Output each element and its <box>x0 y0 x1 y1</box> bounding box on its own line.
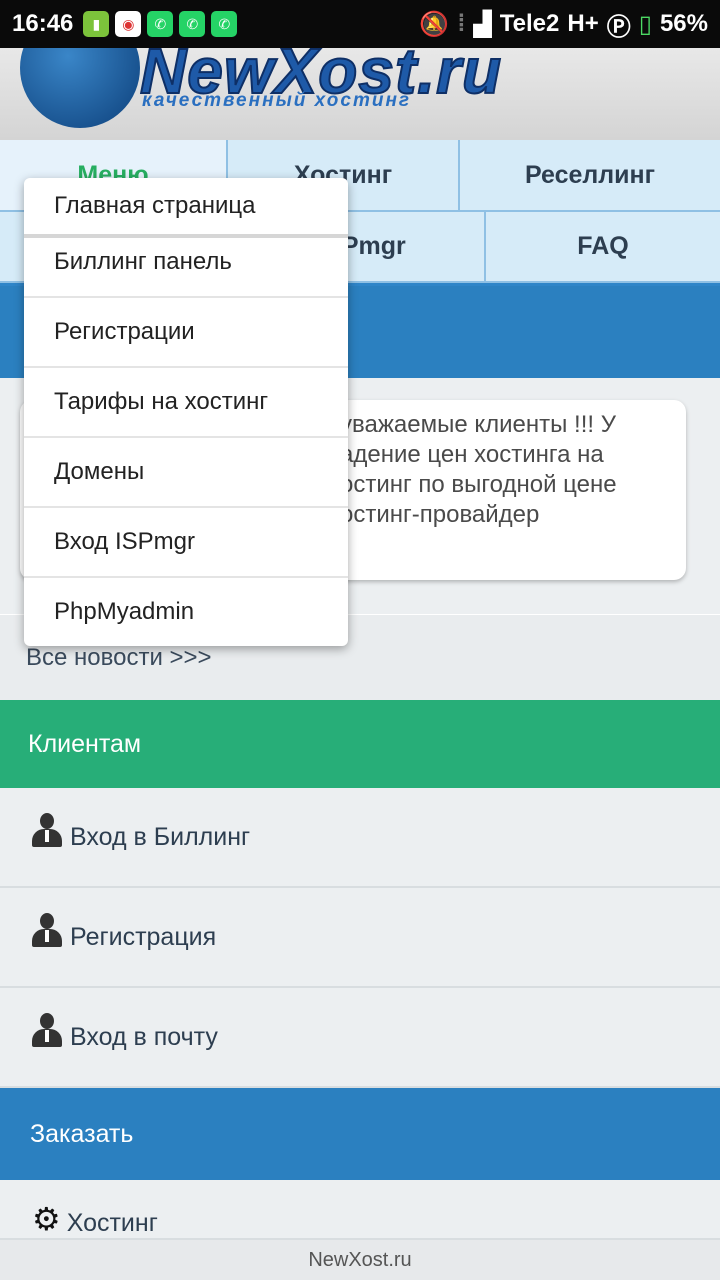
gear-icon: ⚙ <box>32 1201 61 1237</box>
list-item-label: Вход в почту <box>70 1022 218 1051</box>
signal-icon: ▟ <box>473 10 492 38</box>
news-line: остинг-провайдер <box>340 501 540 528</box>
dropdown-item-registrations[interactable]: Регистрации <box>24 298 348 368</box>
dropdown-item-billing[interactable]: Биллинг панель <box>24 238 348 298</box>
parking-icon: Ⓟ <box>606 13 631 41</box>
dropdown-item-phpmyadmin[interactable]: PhpMyadmin <box>24 578 348 646</box>
dropdown-item-home[interactable]: Главная страница <box>24 178 348 238</box>
battery-percent: 56% <box>659 10 708 37</box>
news-line: остинг по выгодной цене <box>340 471 617 498</box>
clients-section-title: Клиентам <box>0 700 720 788</box>
menu-dropdown: Главная страница Биллинг панель Регистра… <box>24 178 348 646</box>
dropdown-item-domains[interactable]: Домены <box>24 438 348 508</box>
site-header: NewXost.ru качественный хостинг <box>0 48 720 140</box>
user-icon <box>32 813 62 847</box>
whatsapp-icon: ✆ <box>211 11 238 37</box>
order-hosting-link[interactable]: ⚙ Хостинг <box>0 1180 720 1240</box>
mute-icon: 🔕 <box>419 10 450 38</box>
nav-faq[interactable]: FAQ <box>486 212 720 283</box>
carrier-label: Tele2 <box>499 10 560 37</box>
billing-login-link[interactable]: Вход в Биллинг <box>0 788 720 888</box>
registration-link[interactable]: Регистрация <box>0 888 720 988</box>
battery-app-icon: ▮ <box>83 11 110 37</box>
whatsapp-icon: ✆ <box>147 11 174 37</box>
mail-login-link[interactable]: Вход в почту <box>0 988 720 1088</box>
dropdown-item-tariffs[interactable]: Тарифы на хостинг <box>24 368 348 438</box>
list-item-label: Вход в Биллинг <box>70 822 251 851</box>
whatsapp-icon: ✆ <box>179 11 206 37</box>
site-slogan: качественный хостинг <box>142 90 412 111</box>
status-bar: 16:46 ▮ ◉ ✆ ✆ ✆ 🔕 ⁞ ▟ Tele2 H+ Ⓟ ▯ 56% <box>0 0 720 48</box>
status-time: 16:46 <box>12 10 74 37</box>
list-item-label: Хостинг <box>66 1209 158 1237</box>
list-item-label: Регистрация <box>70 922 217 951</box>
user-icon <box>32 913 62 947</box>
footer-url: NewXost.ru <box>0 1240 720 1280</box>
data-icon: ⁞ <box>457 10 466 37</box>
user-icon <box>32 1013 62 1047</box>
order-section-title: Заказать <box>0 1088 720 1180</box>
nav-reselling[interactable]: Реселлинг <box>460 140 720 212</box>
network-type: H+ <box>567 10 599 37</box>
battery-icon: ▯ <box>638 10 652 38</box>
news-line: адение цен хостинга на <box>340 441 604 468</box>
news-line: уважаемые клиенты !!! У <box>340 411 616 438</box>
globe-logo-icon <box>20 48 140 128</box>
dropdown-item-ispmgr[interactable]: Вход ISPmgr <box>24 508 348 578</box>
chrome-icon: ◉ <box>115 11 142 37</box>
